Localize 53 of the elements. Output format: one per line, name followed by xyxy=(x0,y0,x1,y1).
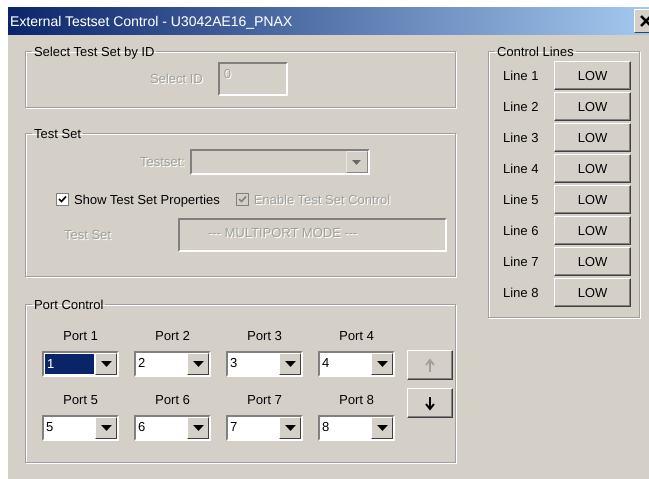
checkbox[interactable]: Show Test Set Properties xyxy=(56,190,220,210)
dropdown-arrow-icon xyxy=(284,361,296,367)
checkmark-icon xyxy=(238,195,247,204)
dropdown-arrow-icon xyxy=(100,361,112,367)
line-state-button[interactable]: LOW xyxy=(554,154,631,183)
line-state-button[interactable]: LOW xyxy=(554,247,631,276)
line-state-button[interactable]: LOW xyxy=(554,92,631,121)
port-dropdown[interactable]: 6 xyxy=(134,415,211,441)
dropdown-arrow-icon xyxy=(376,361,388,367)
port-dropdown[interactable]: 4 xyxy=(318,351,395,377)
port-dropdown[interactable]: 2 xyxy=(134,351,211,377)
port-label: Port 8 xyxy=(339,392,374,407)
window-title: External Testset Control - U3042AE16_PNAX xyxy=(10,12,292,31)
line-state-button[interactable]: LOW xyxy=(554,185,631,214)
port-label: Port 4 xyxy=(339,328,374,343)
dropdown-arrow-icon xyxy=(100,425,112,431)
checkmark-icon xyxy=(58,195,67,204)
up-arrow-icon xyxy=(424,358,436,374)
group-title: Port Control xyxy=(33,298,104,311)
port-dropdown[interactable]: 5 xyxy=(42,415,119,441)
group-title: Control Lines xyxy=(496,45,575,58)
dropdown-arrow-icon xyxy=(376,425,388,431)
dropdown-arrow-icon xyxy=(192,425,204,431)
line-label: Line 8 xyxy=(503,284,540,302)
port-dropdown[interactable]: 7 xyxy=(226,415,303,441)
line-label: Line 7 xyxy=(503,252,540,271)
port-dropdown[interactable]: 1 xyxy=(42,351,119,377)
close-icon xyxy=(639,14,649,28)
move-down-button[interactable] xyxy=(407,388,453,418)
line-state-button[interactable]: LOW xyxy=(554,278,631,307)
line-label: Line 6 xyxy=(503,222,540,240)
line-label: Line 4 xyxy=(503,160,540,178)
port-dropdown[interactable]: 3 xyxy=(226,351,303,377)
line-label: Line 1 xyxy=(503,66,540,85)
dropdown-arrow-icon xyxy=(352,160,362,164)
line-label: Line 3 xyxy=(503,128,540,147)
line-state-button[interactable]: LOW xyxy=(554,123,631,152)
port-dropdown[interactable]: 8 xyxy=(318,415,395,441)
dropdown-arrow-icon xyxy=(192,361,204,367)
group-title: Test Set xyxy=(33,127,82,140)
line-state-button[interactable]: LOW xyxy=(554,216,631,245)
port-label: Port 5 xyxy=(63,392,98,407)
line-label: Line 2 xyxy=(503,98,540,116)
group-title: Select Test Set by ID xyxy=(33,45,156,58)
dropdown-arrow-icon xyxy=(284,425,296,431)
port-label: Port 2 xyxy=(155,328,190,343)
down-arrow-icon xyxy=(424,396,436,412)
port-label: Port 6 xyxy=(155,392,190,407)
port-label: Port 1 xyxy=(63,328,98,343)
port-label: Port 3 xyxy=(247,328,282,343)
line-state-button[interactable]: LOW xyxy=(554,61,631,90)
port-label: Port 7 xyxy=(247,392,282,407)
line-label: Line 5 xyxy=(503,190,540,209)
